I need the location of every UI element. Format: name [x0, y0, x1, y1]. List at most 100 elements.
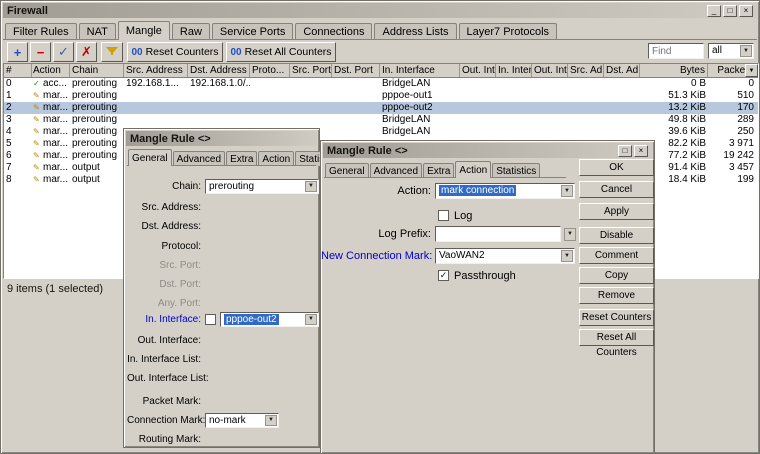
col-header-action[interactable]: Action	[32, 64, 70, 77]
chevron-down-icon[interactable]: ▼	[564, 228, 576, 241]
table-row[interactable]: 1 ✎mar... prerouting pppoe-out1 51.3 KiB…	[4, 90, 758, 102]
action-dropdown[interactable]: mark connection ▼	[435, 183, 575, 199]
dst-address-row[interactable]: Dst. Address:	[127, 219, 316, 235]
cell-packets: 170	[708, 102, 756, 114]
tab-action[interactable]: Action	[455, 161, 491, 178]
tab-connections[interactable]: Connections	[295, 23, 372, 40]
col-header-dst-address-list[interactable]: Dst. Ad...	[604, 64, 640, 77]
minimize-button[interactable]: _	[707, 5, 721, 17]
cell-num: 7	[4, 162, 32, 174]
reset-counters-button[interactable]: Reset Counters	[579, 309, 654, 326]
tab-advanced[interactable]: Advanced	[370, 163, 422, 178]
close-button[interactable]: ×	[739, 5, 753, 17]
close-button[interactable]: ×	[634, 145, 648, 157]
scope-dropdown[interactable]: all ▼	[708, 43, 754, 59]
tab-raw[interactable]: Raw	[172, 23, 210, 40]
maximize-button[interactable]: □	[723, 5, 737, 17]
minimize-button[interactable]: □	[618, 145, 632, 157]
remove-button[interactable]: Remove	[579, 287, 654, 304]
col-header-out-interface[interactable]: Out. Int...	[460, 64, 496, 77]
cell-action: ✓acc...	[32, 78, 70, 90]
in-interface-dropdown[interactable]: pppoe-out2 ▼	[220, 312, 319, 327]
tab-statistics[interactable]: Statistics	[492, 163, 540, 178]
tab-address-lists[interactable]: Address Lists	[374, 23, 456, 40]
table-row-selected[interactable]: 2 ✎mar... prerouting pppoe-out2 13.2 KiB…	[4, 102, 758, 114]
reset-all-counters-button[interactable]: 00 Reset All Counters	[226, 42, 336, 62]
tab-layer7-protocols[interactable]: Layer7 Protocols	[459, 23, 558, 40]
table-row[interactable]: 3 ✎mar... prerouting BridgeLAN 49.8 KiB …	[4, 114, 758, 126]
routing-mark-row[interactable]: Routing Mark:	[127, 432, 316, 448]
passthrough-checkbox[interactable]: ✓	[438, 270, 449, 281]
col-header-bytes[interactable]: Bytes	[640, 64, 708, 77]
col-header-protocol[interactable]: Proto...	[250, 64, 290, 77]
status-text: 9 items (1 selected)	[7, 283, 103, 295]
log-checkbox[interactable]	[438, 210, 449, 221]
tab-nat[interactable]: NAT	[79, 23, 116, 40]
tab-extra[interactable]: Extra	[423, 163, 454, 178]
chevron-down-icon[interactable]: ▼	[305, 314, 317, 325]
disable-rule-button[interactable]: ✗	[76, 42, 97, 62]
chain-dropdown[interactable]: prerouting ▼	[205, 179, 319, 194]
find-input[interactable]	[648, 43, 704, 59]
out-interface-row[interactable]: Out. Interface:	[127, 333, 316, 349]
out-interface-list-row[interactable]: Out. Interface List:	[127, 371, 316, 387]
chevron-down-icon[interactable]: ▼	[740, 45, 752, 57]
chevron-down-icon[interactable]: ▼	[561, 250, 573, 262]
cancel-button[interactable]: Cancel	[579, 181, 654, 198]
col-header-src-address-list[interactable]: Src. Ad...	[568, 64, 604, 77]
apply-button[interactable]: Apply	[579, 203, 654, 220]
table-row[interactable]: 0 ✓acc... prerouting 192.168.1... 192.16…	[4, 78, 758, 90]
counters-icon: 00	[131, 47, 142, 58]
in-interface-unset-checkbox[interactable]	[205, 314, 216, 325]
col-header-num[interactable]: #	[4, 64, 32, 77]
enable-rule-button[interactable]: ✓	[53, 42, 74, 62]
cell-num: 4	[4, 126, 32, 138]
in-interface-list-row[interactable]: In. Interface List:	[127, 352, 316, 368]
disable-button[interactable]: Disable	[579, 227, 654, 244]
packet-mark-row[interactable]: Packet Mark:	[127, 394, 316, 410]
dialog-titlebar[interactable]: Mangle Rule <> □ ×	[323, 143, 652, 158]
connection-mark-label: Connection Mark:	[127, 413, 201, 428]
src-address-row[interactable]: Src. Address:	[127, 200, 316, 216]
dst-address-label: Dst. Address:	[127, 219, 201, 234]
new-connection-mark-dropdown[interactable]: VaoWAN2 ▼	[435, 248, 575, 264]
copy-button[interactable]: Copy	[579, 267, 654, 284]
col-header-in-interface-list[interactable]: In. Inter...	[496, 64, 532, 77]
col-header-chain[interactable]: Chain	[70, 64, 124, 77]
firewall-titlebar[interactable]: Firewall _ □ ×	[3, 3, 757, 18]
tab-action[interactable]: Action	[258, 151, 294, 166]
tab-advanced[interactable]: Advanced	[173, 151, 225, 166]
chevron-down-icon[interactable]: ▼	[305, 181, 317, 192]
tab-extra[interactable]: Extra	[226, 151, 257, 166]
tab-filter-rules[interactable]: Filter Rules	[5, 23, 77, 40]
cell-action: ✎mar...	[32, 114, 70, 126]
src-port-label: Src. Port:	[127, 258, 201, 273]
remove-rule-button[interactable]: −	[30, 42, 51, 62]
tab-service-ports[interactable]: Service Ports	[212, 23, 293, 40]
filter-button[interactable]	[101, 42, 123, 62]
protocol-row[interactable]: Protocol:	[127, 239, 316, 255]
tab-general[interactable]: General	[128, 149, 172, 166]
connection-mark-dropdown[interactable]: no-mark ▼	[205, 413, 279, 428]
reset-all-counters-button[interactable]: Reset All Counters	[579, 329, 654, 346]
ok-button[interactable]: OK	[579, 159, 654, 176]
src-port-row: Src. Port:	[127, 258, 316, 274]
dialog-titlebar[interactable]: Mangle Rule <>	[126, 131, 317, 146]
col-header-src-port[interactable]: Src. Port	[290, 64, 332, 77]
tabstrip-divider	[3, 39, 757, 40]
comment-button[interactable]: Comment	[579, 247, 654, 264]
col-header-out-interface-list[interactable]: Out. Int...	[532, 64, 568, 77]
tab-general[interactable]: General	[325, 163, 369, 178]
reset-counters-button[interactable]: 00 Reset Counters	[127, 42, 223, 62]
table-row[interactable]: 4 ✎mar... prerouting BridgeLAN 39.6 KiB …	[4, 126, 758, 138]
col-header-src-address[interactable]: Src. Address	[124, 64, 188, 77]
col-header-dst-address[interactable]: Dst. Address	[188, 64, 250, 77]
add-rule-button[interactable]: +	[7, 42, 28, 62]
chevron-down-icon[interactable]: ▼	[265, 415, 277, 426]
log-prefix-input[interactable]	[435, 226, 561, 242]
column-selector-button[interactable]: ▼	[745, 64, 758, 77]
chevron-down-icon[interactable]: ▼	[561, 185, 573, 197]
col-header-dst-port[interactable]: Dst. Port	[332, 64, 380, 77]
col-header-in-interface[interactable]: In. Interface	[380, 64, 460, 77]
tab-mangle[interactable]: Mangle	[118, 21, 170, 40]
